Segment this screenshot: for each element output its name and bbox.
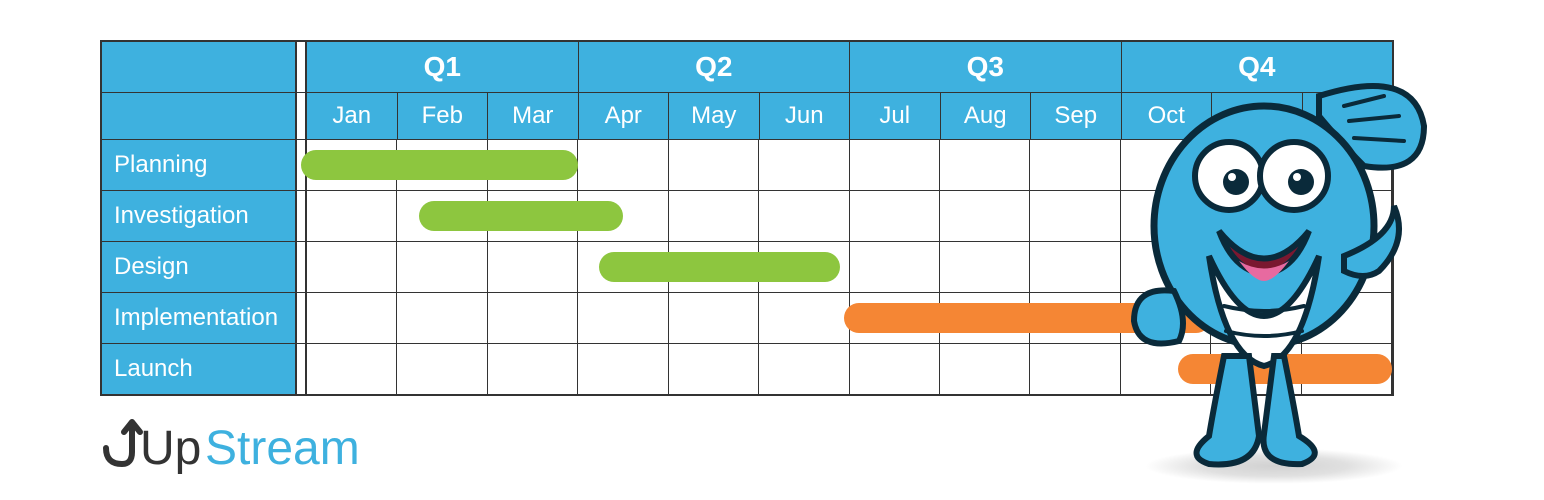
month-header-feb: Feb: [398, 93, 489, 139]
task-label: Planning: [102, 140, 297, 190]
gantt-corner-cell: [102, 42, 297, 92]
month-header-aug: Aug: [941, 93, 1032, 139]
month-header-jun: Jun: [760, 93, 851, 139]
upstream-logo: Up Stream: [100, 412, 420, 478]
logo-text-up: Up: [140, 422, 201, 475]
logo-text-stream: Stream: [205, 422, 360, 475]
quarter-header-q3: Q3: [850, 42, 1122, 92]
gantt-bar: [599, 252, 840, 282]
gantt-gap-cell: [297, 93, 307, 139]
gantt-corner-cell-2: [102, 93, 297, 139]
gantt-gap-cell: [297, 42, 307, 92]
task-label: Investigation: [102, 191, 297, 241]
gantt-bar: [419, 201, 624, 231]
quarter-header-q2: Q2: [579, 42, 851, 92]
gantt-gap-cell: [297, 191, 307, 241]
month-header-may: May: [669, 93, 760, 139]
fish-mascot-icon: [1114, 56, 1434, 486]
gantt-gap-cell: [297, 293, 307, 343]
quarter-header-q1: Q1: [307, 42, 579, 92]
task-label: Launch: [102, 344, 297, 394]
gantt-gap-cell: [297, 344, 307, 394]
month-header-mar: Mar: [488, 93, 579, 139]
task-label: Design: [102, 242, 297, 292]
month-header-sep: Sep: [1031, 93, 1122, 139]
gantt-gap-cell: [297, 242, 307, 292]
month-header-jul: Jul: [850, 93, 941, 139]
gantt-bar: [301, 150, 578, 180]
month-header-apr: Apr: [579, 93, 670, 139]
task-label: Implementation: [102, 293, 297, 343]
month-header-jan: Jan: [307, 93, 398, 139]
